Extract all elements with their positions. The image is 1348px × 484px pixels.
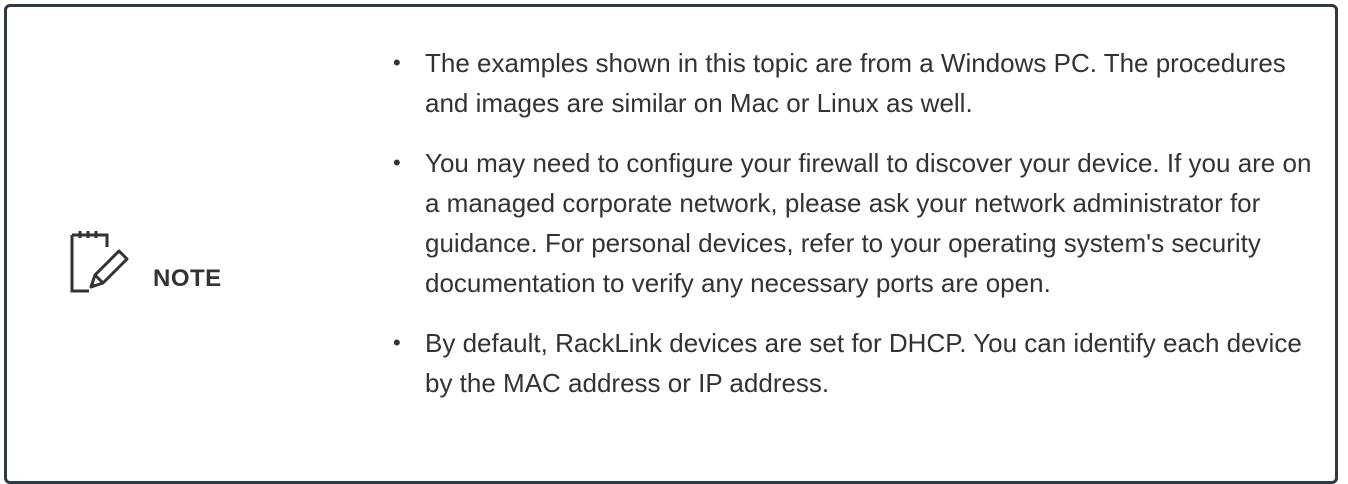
list-item: • The examples shown in this topic are f… (389, 43, 1329, 123)
list-item: • By default, RackLink devices are set f… (389, 323, 1329, 403)
bullet-icon: • (393, 150, 401, 175)
list-item: • You may need to configure your firewal… (389, 143, 1329, 303)
note-callout: NOTE • The examples shown in this topic … (4, 4, 1338, 484)
note-pencil-icon (69, 229, 129, 293)
note-content: • The examples shown in this topic are f… (389, 43, 1329, 423)
list-item-text: By default, RackLink devices are set for… (425, 328, 1302, 398)
bullet-icon: • (393, 330, 401, 355)
note-list: • The examples shown in this topic are f… (389, 43, 1329, 403)
bullet-icon: • (393, 50, 401, 75)
list-item-text: The examples shown in this topic are fro… (425, 48, 1286, 118)
note-label: NOTE (153, 265, 222, 292)
list-item-text: You may need to configure your firewall … (425, 148, 1312, 298)
